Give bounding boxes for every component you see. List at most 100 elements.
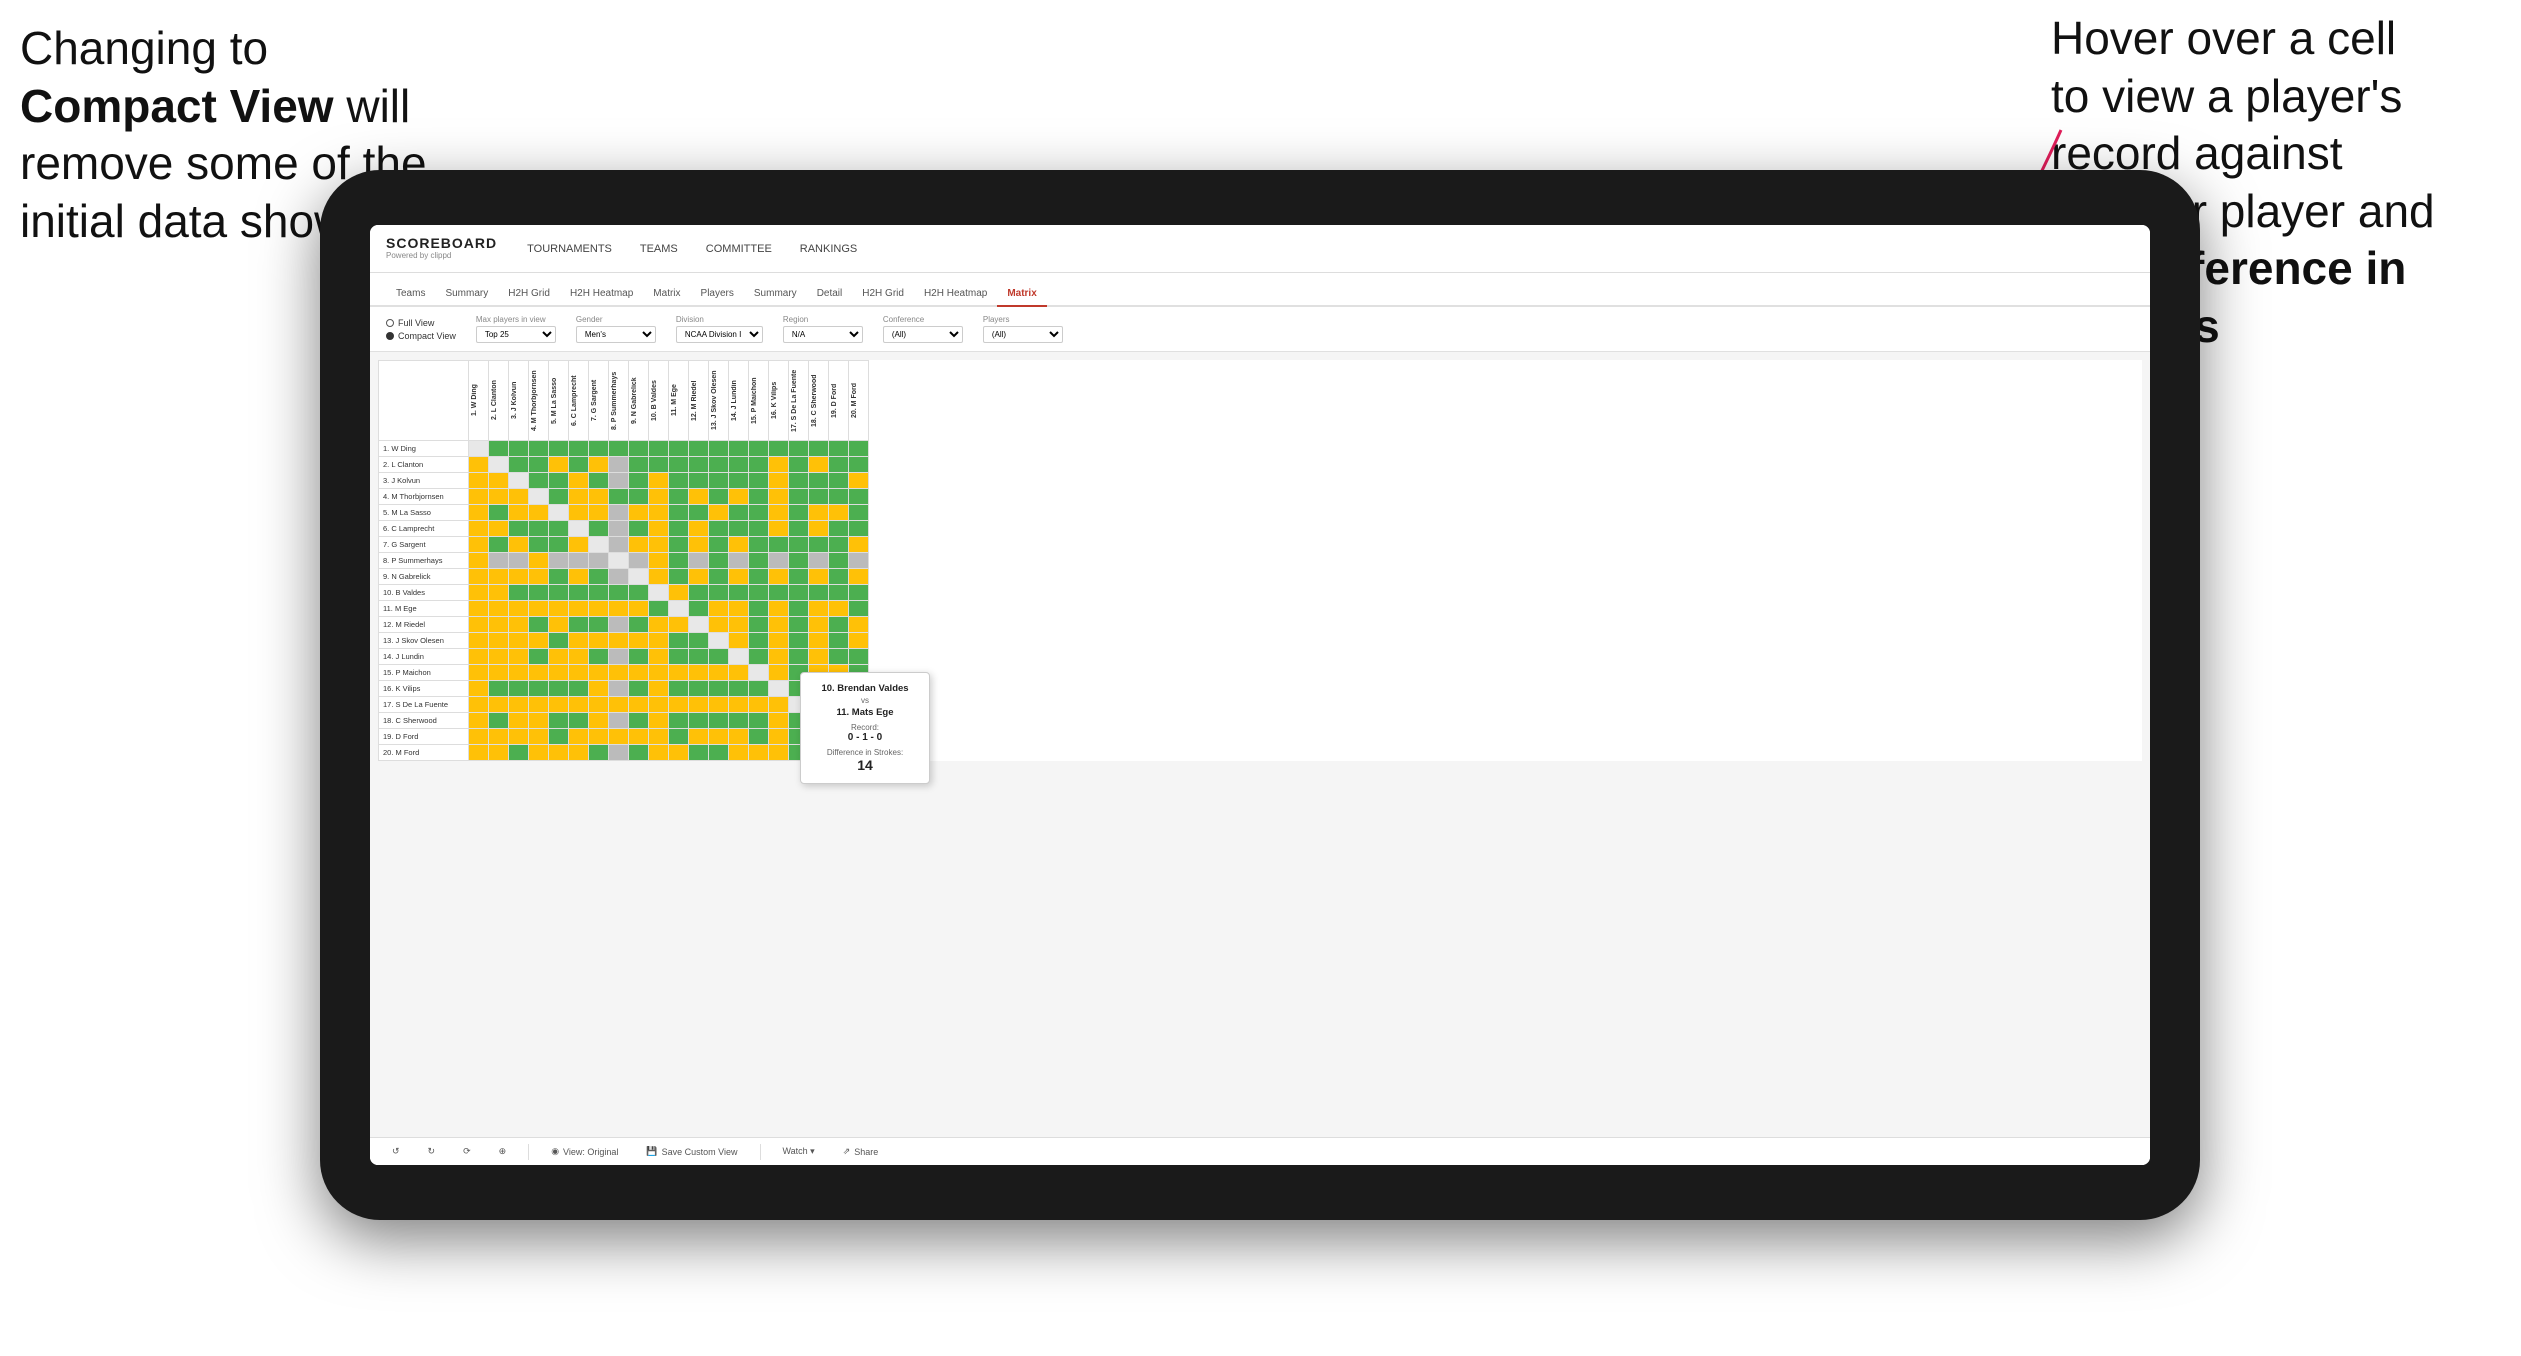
tab-summary-1[interactable]: Summary [435,282,498,307]
reset-btn[interactable]: ⟳ [457,1143,477,1160]
matrix-cell-11-13[interactable] [729,617,749,633]
matrix-cell-1-9[interactable] [649,457,669,473]
matrix-cell-16-5[interactable] [569,697,589,713]
matrix-cell-13-6[interactable] [589,649,609,665]
matrix-cell-15-9[interactable] [649,681,669,697]
nav-committee[interactable]: COMMITTEE [706,241,772,257]
matrix-cell-17-4[interactable] [549,713,569,729]
matrix-cell-5-19[interactable] [849,521,869,537]
matrix-cell-6-8[interactable] [629,537,649,553]
matrix-cell-0-13[interactable] [729,441,749,457]
compact-view-option[interactable]: Compact View [386,331,456,341]
tab-matrix-1[interactable]: Matrix [643,282,690,307]
matrix-cell-18-1[interactable] [489,729,509,745]
matrix-cell-14-11[interactable] [689,665,709,681]
matrix-cell-8-14[interactable] [749,569,769,585]
matrix-cell-2-11[interactable] [689,473,709,489]
matrix-cell-10-0[interactable] [469,601,489,617]
matrix-cell-9-18[interactable] [829,585,849,601]
matrix-cell-14-14[interactable] [749,665,769,681]
matrix-cell-17-3[interactable] [529,713,549,729]
matrix-cell-17-0[interactable] [469,713,489,729]
matrix-cell-12-11[interactable] [689,633,709,649]
matrix-cell-0-6[interactable] [589,441,609,457]
matrix-cell-4-3[interactable] [529,505,549,521]
matrix-cell-3-8[interactable] [629,489,649,505]
redo-btn[interactable]: ↻ [422,1143,442,1160]
matrix-cell-11-11[interactable] [689,617,709,633]
matrix-cell-7-13[interactable] [729,553,749,569]
matrix-cell-5-5[interactable] [569,521,589,537]
matrix-cell-13-1[interactable] [489,649,509,665]
matrix-cell-15-11[interactable] [689,681,709,697]
matrix-cell-15-8[interactable] [629,681,649,697]
matrix-cell-10-6[interactable] [589,601,609,617]
matrix-cell-16-3[interactable] [529,697,549,713]
matrix-cell-11-10[interactable] [669,617,689,633]
matrix-cell-19-14[interactable] [749,745,769,761]
matrix-cell-16-15[interactable] [769,697,789,713]
matrix-cell-11-3[interactable] [529,617,549,633]
matrix-cell-6-10[interactable] [669,537,689,553]
matrix-cell-0-7[interactable] [609,441,629,457]
matrix-cell-12-10[interactable] [669,633,689,649]
matrix-cell-19-9[interactable] [649,745,669,761]
matrix-cell-9-1[interactable] [489,585,509,601]
matrix-cell-17-8[interactable] [629,713,649,729]
matrix-cell-5-1[interactable] [489,521,509,537]
matrix-cell-1-13[interactable] [729,457,749,473]
matrix-cell-6-11[interactable] [689,537,709,553]
matrix-area[interactable]: 1. W Ding2. L Clanton3. J Kolvun4. M Tho… [370,352,2150,1137]
matrix-cell-0-1[interactable] [489,441,509,457]
matrix-cell-7-0[interactable] [469,553,489,569]
matrix-cell-5-0[interactable] [469,521,489,537]
matrix-cell-19-15[interactable] [769,745,789,761]
matrix-cell-10-11[interactable] [689,601,709,617]
matrix-cell-7-8[interactable] [629,553,649,569]
save-custom-btn[interactable]: 💾 Save Custom View [640,1143,743,1160]
matrix-cell-6-1[interactable] [489,537,509,553]
matrix-cell-10-5[interactable] [569,601,589,617]
matrix-cell-9-8[interactable] [629,585,649,601]
matrix-cell-2-13[interactable] [729,473,749,489]
matrix-cell-4-0[interactable] [469,505,489,521]
matrix-cell-9-14[interactable] [749,585,769,601]
matrix-cell-6-7[interactable] [609,537,629,553]
matrix-cell-8-3[interactable] [529,569,549,585]
matrix-cell-10-18[interactable] [829,601,849,617]
matrix-cell-8-18[interactable] [829,569,849,585]
matrix-cell-2-3[interactable] [529,473,549,489]
matrix-cell-17-10[interactable] [669,713,689,729]
matrix-cell-14-9[interactable] [649,665,669,681]
matrix-cell-13-13[interactable] [729,649,749,665]
matrix-cell-12-16[interactable] [789,633,809,649]
matrix-cell-14-0[interactable] [469,665,489,681]
matrix-cell-19-2[interactable] [509,745,529,761]
matrix-cell-5-8[interactable] [629,521,649,537]
matrix-cell-5-12[interactable] [709,521,729,537]
matrix-cell-16-11[interactable] [689,697,709,713]
matrix-cell-13-10[interactable] [669,649,689,665]
matrix-cell-18-5[interactable] [569,729,589,745]
matrix-cell-5-14[interactable] [749,521,769,537]
matrix-cell-4-6[interactable] [589,505,609,521]
matrix-cell-18-3[interactable] [529,729,549,745]
matrix-cell-10-9[interactable] [649,601,669,617]
matrix-cell-7-7[interactable] [609,553,629,569]
matrix-cell-8-6[interactable] [589,569,609,585]
matrix-cell-12-17[interactable] [809,633,829,649]
matrix-cell-6-13[interactable] [729,537,749,553]
matrix-cell-2-0[interactable] [469,473,489,489]
matrix-cell-0-17[interactable] [809,441,829,457]
matrix-cell-19-8[interactable] [629,745,649,761]
matrix-cell-13-8[interactable] [629,649,649,665]
matrix-cell-7-18[interactable] [829,553,849,569]
matrix-cell-2-15[interactable] [769,473,789,489]
matrix-cell-1-0[interactable] [469,457,489,473]
matrix-cell-1-6[interactable] [589,457,609,473]
matrix-cell-8-2[interactable] [509,569,529,585]
matrix-cell-16-2[interactable] [509,697,529,713]
matrix-cell-19-1[interactable] [489,745,509,761]
matrix-cell-5-4[interactable] [549,521,569,537]
matrix-cell-19-6[interactable] [589,745,609,761]
